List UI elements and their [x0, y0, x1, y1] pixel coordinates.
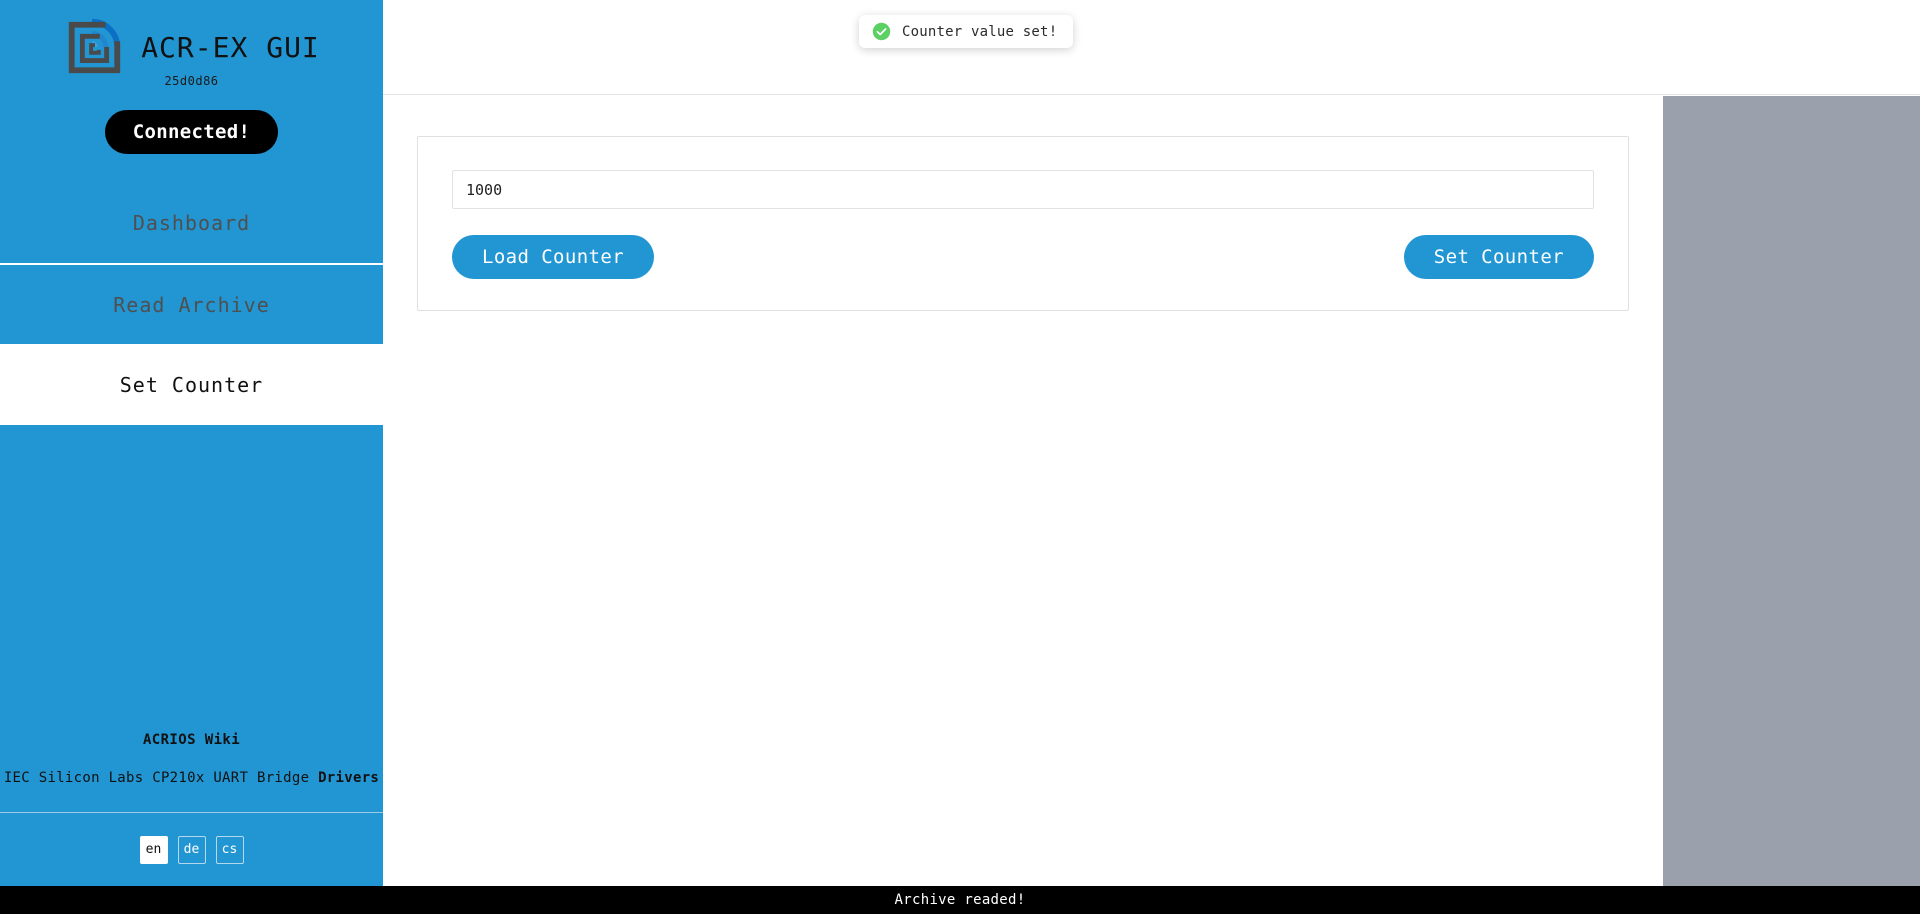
check-circle-icon — [872, 22, 891, 41]
sidebar: ACR-EX GUI 25d0d86 Connected! Dashboard … — [0, 0, 383, 886]
connection-status-button[interactable]: Connected! — [104, 110, 279, 154]
status-bar: Archive readed! — [0, 886, 1920, 914]
acrios-logo-icon — [63, 16, 125, 78]
main-content: Load Counter Set Counter — [383, 96, 1663, 886]
sidebar-nav: Dashboard Read Archive Set Counter — [0, 182, 383, 425]
app-version: 25d0d86 — [164, 74, 219, 88]
load-counter-button[interactable]: Load Counter — [452, 235, 655, 279]
language-button-cs[interactable]: cs — [215, 835, 244, 864]
toast-message: Counter value set! — [902, 23, 1058, 40]
right-gray-panel — [1663, 96, 1920, 886]
counter-value-input[interactable] — [452, 170, 1594, 209]
drivers-link[interactable]: Drivers — [318, 770, 379, 786]
app-title: ACR-EX GUI — [141, 30, 320, 64]
application-root: ACR-EX GUI 25d0d86 Connected! Dashboard … — [0, 0, 1920, 914]
language-button-de[interactable]: de — [177, 835, 206, 864]
set-counter-button[interactable]: Set Counter — [1403, 235, 1594, 279]
language-button-en[interactable]: en — [139, 835, 168, 864]
connection-status-wrapper: Connected! — [0, 110, 383, 154]
drivers-link-row: IEC Silicon Labs CP210x UART Bridge Driv… — [0, 770, 383, 786]
brand: ACR-EX GUI — [0, 0, 383, 74]
card-action-row: Load Counter Set Counter — [452, 235, 1594, 279]
sidebar-item-set-counter[interactable]: Set Counter — [0, 344, 383, 425]
sidebar-item-read-archive[interactable]: Read Archive — [0, 263, 383, 344]
toast-notification[interactable]: Counter value set! — [859, 15, 1074, 48]
set-counter-card: Load Counter Set Counter — [417, 136, 1629, 311]
acrios-wiki-link[interactable]: ACRIOS Wiki — [0, 732, 383, 748]
sidebar-links: ACRIOS Wiki IEC Silicon Labs CP210x UART… — [0, 732, 383, 812]
drivers-link-prefix: IEC Silicon Labs CP210x UART Bridge — [3, 770, 319, 786]
header-bar: Counter value set! — [383, 0, 1920, 95]
sidebar-item-dashboard[interactable]: Dashboard — [0, 182, 383, 263]
status-bar-message: Archive readed! — [894, 892, 1026, 908]
language-switcher: en de cs — [0, 812, 383, 886]
